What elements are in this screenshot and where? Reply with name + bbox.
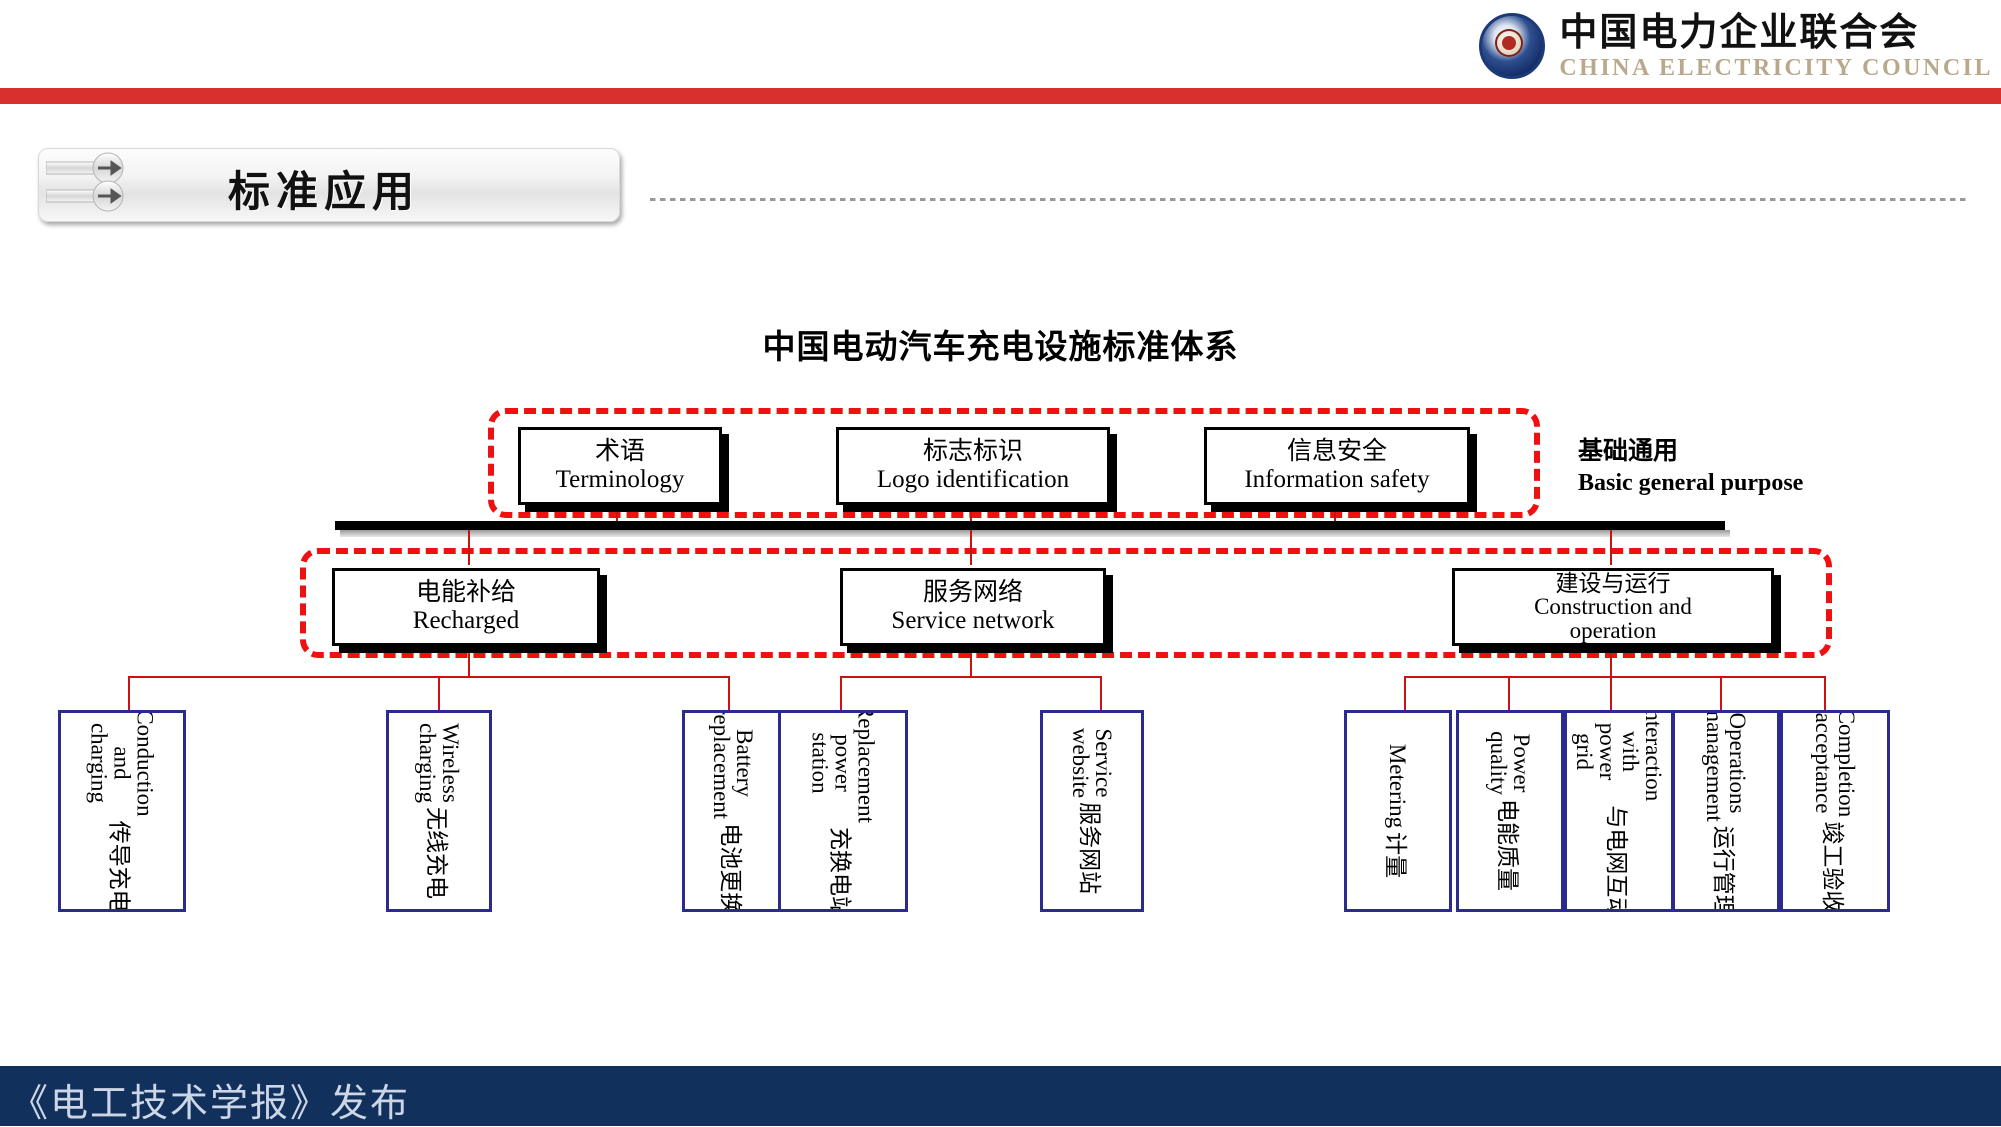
node-information-safety[interactable]: 信息安全 Information safety bbox=[1204, 427, 1470, 505]
leaf-operations-management-en: Operations management bbox=[1702, 710, 1750, 822]
branch-rail-service-network bbox=[840, 676, 1102, 678]
leaf-replacement-power-station-en: Replacement power station bbox=[807, 710, 879, 824]
leaf-conduction-and-charging[interactable]: 传导充电 Conduction and charging bbox=[58, 710, 186, 912]
node-service-network-cn: 服务网络 bbox=[922, 579, 1023, 606]
leaf-wireless-charging-en: Wireless charging bbox=[415, 722, 463, 804]
leaf-interaction-with-power-grid[interactable]: 与电网互动 Interaction with power grid bbox=[1564, 710, 1674, 912]
node-recharged[interactable]: 电能补给 Recharged bbox=[332, 568, 600, 646]
branch-stem-recharged bbox=[468, 648, 470, 676]
leaf-power-quality[interactable]: 电能质量 Power quality bbox=[1456, 710, 1564, 912]
leaf-metering-cn: 计量 bbox=[1383, 832, 1408, 879]
node-logo-identification-en: Logo identification bbox=[876, 466, 1070, 493]
branch-drop-service-website bbox=[1100, 676, 1102, 711]
branch-drop-power-quality bbox=[1508, 676, 1510, 711]
tier1-side-label-cn: 基础通用 bbox=[1578, 436, 1679, 465]
branch-drop-metering bbox=[1404, 676, 1406, 711]
leaf-metering-en: Metering bbox=[1385, 743, 1411, 829]
leaf-completion-acceptance-cn: 竣工验收 bbox=[1820, 821, 1845, 912]
node-recharged-cn: 电能补给 bbox=[415, 579, 516, 606]
leaf-interaction-with-power-grid-en: Interaction with power grid bbox=[1572, 710, 1666, 802]
connector-recharged-up bbox=[468, 525, 470, 565]
branch-drop-interaction bbox=[1610, 676, 1612, 711]
node-terminology-cn: 术语 bbox=[594, 438, 645, 465]
leaf-completion-acceptance[interactable]: 竣工验收 Completion acceptance bbox=[1780, 710, 1890, 912]
leaf-replacement-power-station[interactable]: 充换电站 Replacement power station bbox=[778, 710, 908, 912]
branch-drop-conduction bbox=[128, 676, 130, 711]
tier1-side-label: 基础通用 Basic general purpose bbox=[1578, 435, 1803, 499]
node-construction-and-operation[interactable]: 建设与运行 Construction and operation bbox=[1452, 568, 1774, 646]
standards-system-diagram: 中国电动汽车充电设施标准体系 术语 Terminology 标志标识 Logo … bbox=[0, 0, 2001, 1126]
branch-drop-wireless bbox=[438, 676, 440, 711]
node-terminology[interactable]: 术语 Terminology bbox=[518, 427, 722, 505]
tier1-side-label-en: Basic general purpose bbox=[1578, 469, 1804, 496]
leaf-interaction-with-power-grid-cn: 与电网互动 bbox=[1604, 805, 1629, 912]
leaf-battery-replacement[interactable]: 电池更换 Battery replacement bbox=[682, 710, 784, 912]
node-terminology-en: Terminology bbox=[555, 466, 685, 493]
leaf-completion-acceptance-en: Completion acceptance bbox=[1811, 710, 1859, 818]
node-service-network-en: Service network bbox=[891, 607, 1055, 634]
connector-service-network-up bbox=[970, 525, 972, 565]
node-logo-identification-cn: 标志标识 bbox=[922, 438, 1023, 465]
leaf-metering[interactable]: 计量 Metering bbox=[1344, 710, 1452, 912]
separator-bar-shadow bbox=[340, 530, 1730, 537]
leaf-service-website-cn: 服务网站 bbox=[1077, 802, 1102, 895]
leaf-battery-replacement-en: Battery replacement bbox=[709, 710, 757, 820]
node-information-safety-cn: 信息安全 bbox=[1286, 438, 1387, 465]
node-construction-and-operation-en: Construction and operation bbox=[1534, 594, 1692, 643]
leaf-wireless-charging-cn: 无线充电 bbox=[424, 807, 449, 900]
connector-construction-up bbox=[1610, 525, 1612, 565]
separator-bar bbox=[335, 521, 1725, 530]
diagram-title: 中国电动汽车充电设施标准体系 bbox=[762, 327, 1239, 366]
leaf-service-website-en: Service website bbox=[1068, 727, 1116, 799]
leaf-power-quality-en: Power quality bbox=[1486, 731, 1534, 795]
node-logo-identification[interactable]: 标志标识 Logo identification bbox=[836, 427, 1110, 505]
node-recharged-en: Recharged bbox=[412, 607, 520, 634]
branch-drop-operations bbox=[1720, 676, 1722, 711]
node-construction-and-operation-cn: 建设与运行 bbox=[1555, 570, 1671, 596]
leaf-operations-management-cn: 运行管理 bbox=[1711, 825, 1736, 912]
leaf-replacement-power-station-cn: 充换电站 bbox=[828, 827, 853, 912]
branch-stem-service-network bbox=[970, 648, 972, 676]
leaf-conduction-and-charging-en: Conduction and charging bbox=[86, 710, 158, 817]
branch-drop-completion bbox=[1824, 676, 1826, 711]
leaf-conduction-and-charging-cn: 传导充电 bbox=[107, 820, 132, 912]
footer-text: 《电工技术学报》发布 bbox=[10, 1081, 411, 1125]
branch-drop-replacement-station bbox=[840, 676, 842, 711]
branch-rail-construction bbox=[1404, 676, 1824, 678]
branch-stem-construction bbox=[1610, 648, 1612, 676]
branch-rail-recharged bbox=[128, 676, 728, 678]
leaf-battery-replacement-cn: 电池更换 bbox=[718, 823, 743, 912]
node-information-safety-en: Information safety bbox=[1244, 466, 1430, 493]
node-service-network[interactable]: 服务网络 Service network bbox=[840, 568, 1106, 646]
leaf-power-quality-cn: 电能质量 bbox=[1495, 798, 1520, 891]
branch-drop-battery bbox=[728, 676, 730, 711]
leaf-wireless-charging[interactable]: 无线充电 Wireless charging bbox=[386, 710, 492, 912]
leaf-service-website[interactable]: 服务网站 Service website bbox=[1040, 710, 1144, 912]
leaf-operations-management[interactable]: 运行管理 Operations management bbox=[1672, 710, 1780, 912]
